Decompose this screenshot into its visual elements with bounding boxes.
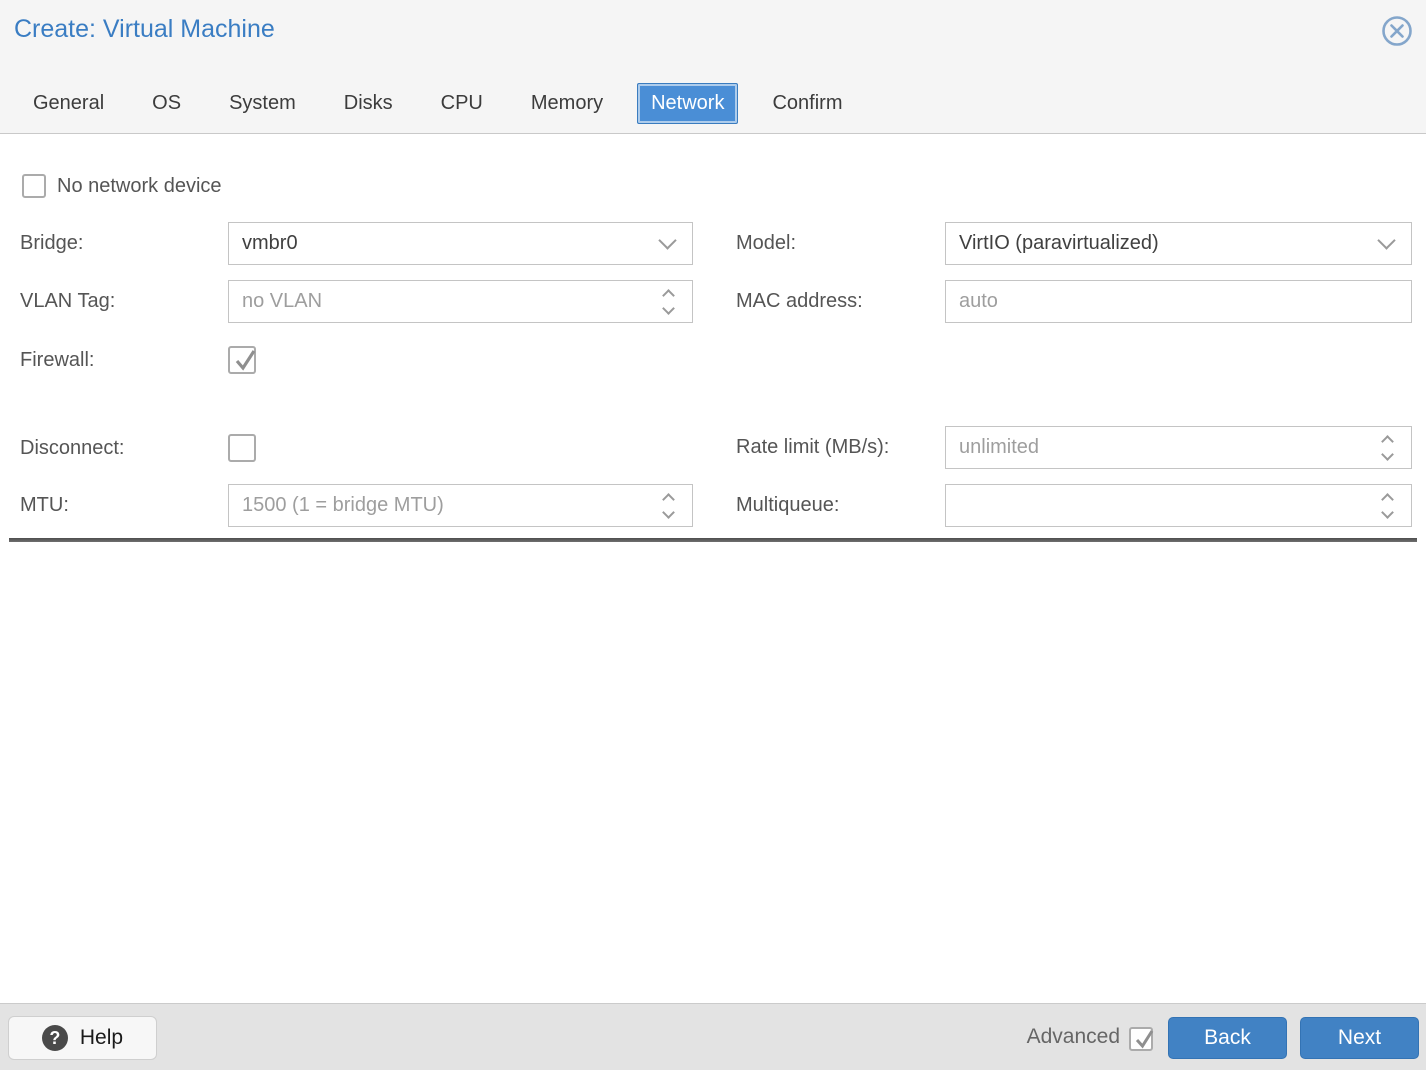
- rate-limit-spinner[interactable]: [1373, 427, 1401, 468]
- chevron-down-icon: [1377, 231, 1395, 249]
- chevron-up-icon: [662, 493, 675, 506]
- chevron-down-icon: [662, 302, 675, 315]
- chevron-down-icon: [658, 231, 676, 249]
- chevron-up-icon: [662, 289, 675, 302]
- vlan-tag-spinner[interactable]: [654, 281, 682, 322]
- rate-limit-field: [945, 426, 1412, 469]
- chevron-up-icon: [1381, 493, 1394, 506]
- network-tab-panel: No network device Bridge: Model: VLAN Ta…: [0, 134, 1426, 1003]
- dialog-footer: ? Help Advanced Back Next: [0, 1003, 1426, 1070]
- mac-address-input[interactable]: [946, 281, 1411, 322]
- bridge-field: [228, 222, 693, 265]
- help-button[interactable]: ? Help: [8, 1016, 157, 1060]
- chevron-down-icon: [662, 506, 675, 519]
- multiqueue-input[interactable]: [946, 485, 1411, 526]
- disconnect-label: Disconnect:: [20, 436, 125, 460]
- advanced-section-separator: [9, 538, 1417, 542]
- mtu-label: MTU:: [20, 493, 69, 517]
- create-vm-dialog: Create: Virtual Machine General OS Syste…: [0, 0, 1426, 1070]
- tab-system[interactable]: System: [229, 92, 296, 115]
- no-network-device-checkbox[interactable]: [22, 174, 46, 198]
- vlan-tag-label: VLAN Tag:: [20, 289, 115, 313]
- mac-address-field: [945, 280, 1412, 323]
- tab-memory[interactable]: Memory: [531, 92, 603, 115]
- dialog-header: Create: Virtual Machine General OS Syste…: [0, 0, 1426, 134]
- advanced-label: Advanced: [1027, 1025, 1120, 1049]
- wizard-tabs: General OS System Disks CPU Memory Netwo…: [33, 80, 842, 126]
- chevron-down-icon: [1381, 506, 1394, 519]
- tab-network[interactable]: Network: [637, 83, 738, 124]
- bridge-label: Bridge:: [20, 231, 83, 255]
- chevron-down-icon: [1381, 448, 1394, 461]
- model-field: [945, 222, 1412, 265]
- tab-confirm[interactable]: Confirm: [772, 92, 842, 115]
- next-button[interactable]: Next: [1300, 1017, 1419, 1059]
- firewall-checkbox[interactable]: [228, 346, 256, 374]
- bridge-dropdown-trigger[interactable]: [652, 223, 682, 264]
- chevron-up-icon: [1381, 435, 1394, 448]
- model-input[interactable]: [946, 223, 1411, 264]
- tab-disks[interactable]: Disks: [344, 92, 393, 115]
- close-icon[interactable]: [1379, 13, 1415, 49]
- advanced-checkbox[interactable]: [1129, 1027, 1153, 1051]
- back-button[interactable]: Back: [1168, 1017, 1287, 1059]
- multiqueue-field: [945, 484, 1412, 527]
- mtu-field: [228, 484, 693, 527]
- firewall-label: Firewall:: [20, 348, 94, 372]
- tab-os[interactable]: OS: [152, 92, 181, 115]
- model-label: Model:: [736, 231, 796, 255]
- mtu-spinner[interactable]: [654, 485, 682, 526]
- rate-limit-input[interactable]: [946, 427, 1411, 468]
- model-dropdown-trigger[interactable]: [1371, 223, 1401, 264]
- tab-general[interactable]: General: [33, 92, 104, 115]
- tab-cpu[interactable]: CPU: [441, 92, 483, 115]
- mtu-input[interactable]: [229, 485, 692, 526]
- bridge-input[interactable]: [229, 223, 692, 264]
- rate-limit-label: Rate limit (MB/s):: [736, 435, 889, 459]
- no-network-device-label: No network device: [57, 174, 222, 198]
- multiqueue-spinner[interactable]: [1373, 485, 1401, 526]
- multiqueue-label: Multiqueue:: [736, 493, 839, 517]
- vlan-tag-field: [228, 280, 693, 323]
- mac-address-label: MAC address:: [736, 289, 863, 313]
- dialog-title: Create: Virtual Machine: [14, 15, 275, 44]
- disconnect-checkbox[interactable]: [228, 434, 256, 462]
- help-button-label: Help: [80, 1026, 123, 1050]
- question-circle-icon: ?: [42, 1025, 68, 1051]
- vlan-tag-input[interactable]: [229, 281, 692, 322]
